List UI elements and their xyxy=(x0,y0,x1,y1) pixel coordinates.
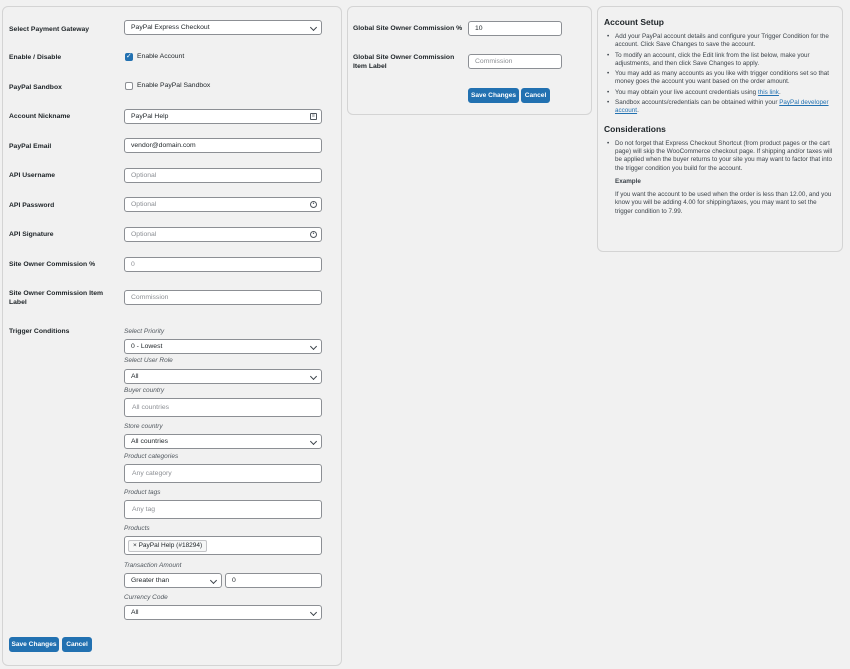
live-credentials-link[interactable]: this link xyxy=(758,89,779,96)
contact-card-icon: ≡ xyxy=(310,113,317,120)
key-icon[interactable]: • xyxy=(310,201,317,208)
considerations-title: Considerations xyxy=(604,123,666,134)
enable-account-text: Enable Account xyxy=(137,53,185,60)
commission-label-label: Site Owner Commission Item Label xyxy=(9,290,104,306)
email-label: PayPal Email xyxy=(9,143,52,150)
buyer-country-input[interactable]: All countries xyxy=(124,398,322,417)
password-label: API Password xyxy=(9,202,55,209)
product-tags-label: Product tags xyxy=(124,489,161,496)
setup-item-live: You may obtain your live account credent… xyxy=(604,89,836,98)
global-save-button[interactable]: Save Changes xyxy=(468,88,519,103)
commission-input[interactable]: 0 xyxy=(124,257,322,272)
buyer-country-label: Buyer country xyxy=(124,387,165,394)
global-label-input[interactable]: Commission xyxy=(468,54,562,69)
setup-list: Add your PayPal account details and conf… xyxy=(604,33,836,116)
signature-label: API Signature xyxy=(9,231,54,238)
commission-label: Site Owner Commission % xyxy=(9,261,96,268)
setup-title: Account Setup xyxy=(604,17,664,27)
sandbox-checkbox[interactable] xyxy=(125,82,133,90)
username-input[interactable]: Optional xyxy=(124,168,322,183)
enable-label: Enable / Disable xyxy=(9,54,62,61)
setup-item: To modify an account, click the Edit lin… xyxy=(604,52,836,69)
user-role-select[interactable]: All xyxy=(124,369,322,384)
product-tags-input[interactable]: Any tag xyxy=(124,500,322,519)
global-label-label: Global Site Owner Commission Item Label xyxy=(353,54,455,70)
products-label: Products xyxy=(124,525,150,532)
sandbox-text: Enable PayPal Sandbox xyxy=(137,82,211,89)
example-body: If you want the account to be used when … xyxy=(615,191,832,215)
nickname-label: Account Nickname xyxy=(9,113,71,120)
amount-label: Transaction Amount xyxy=(124,562,182,569)
enable-account-checkbox[interactable] xyxy=(125,52,133,61)
product-categories-input[interactable]: Any category xyxy=(124,464,322,483)
amount-value-input[interactable]: 0 xyxy=(225,573,322,588)
setup-item-sandbox: Sandbox accounts/credentials can be obta… xyxy=(604,99,836,116)
product-categories-label: Product categories xyxy=(124,453,179,460)
global-cancel-button[interactable]: Cancel xyxy=(521,88,550,103)
gateway-select[interactable]: PayPal Express Checkout xyxy=(124,20,322,35)
nickname-input[interactable]: PayPal Help ≡ xyxy=(124,109,322,124)
amount-operator-select[interactable]: Greater than xyxy=(124,573,222,588)
save-button[interactable]: Save Changes xyxy=(9,637,59,652)
trigger-label: Trigger Conditions xyxy=(9,328,70,335)
password-input[interactable]: Optional • xyxy=(124,197,322,212)
priority-label: Select Priority xyxy=(124,328,165,335)
commission-label-input[interactable]: Commission xyxy=(124,290,322,305)
email-input[interactable]: vendor@domain.com xyxy=(124,138,322,153)
cancel-button[interactable]: Cancel xyxy=(62,637,92,652)
global-settings-panel: Global Site Owner Commission % 10 Global… xyxy=(347,6,592,115)
global-commission-label: Global Site Owner Commission % xyxy=(353,25,463,32)
username-label: API Username xyxy=(9,172,56,179)
products-input[interactable]: × PayPal Help (#18294) xyxy=(124,536,322,555)
currency-select[interactable]: All xyxy=(124,605,322,620)
user-role-label: Select User Role xyxy=(124,357,173,364)
help-panel: Account Setup Add your PayPal account de… xyxy=(597,6,843,252)
example-title: Example xyxy=(615,177,641,185)
priority-select[interactable]: 0 - Lowest xyxy=(124,339,322,354)
store-country-select[interactable]: All countries xyxy=(124,434,322,449)
account-form-panel: Select Payment Gateway PayPal Express Ch… xyxy=(2,6,342,666)
currency-label: Currency Code xyxy=(124,594,168,601)
setup-item: Add your PayPal account details and conf… xyxy=(604,33,836,50)
store-country-label: Store country xyxy=(124,423,163,430)
setup-item: You may add as many accounts as you like… xyxy=(604,70,836,87)
gateway-label: Select Payment Gateway xyxy=(9,26,90,33)
sandbox-label: PayPal Sandbox xyxy=(9,84,62,91)
global-commission-input[interactable]: 10 xyxy=(468,21,562,36)
key-icon[interactable]: • xyxy=(310,231,317,238)
signature-input[interactable]: Optional • xyxy=(124,227,322,242)
product-tag[interactable]: × PayPal Help (#18294) xyxy=(128,540,208,552)
considerations-item: Do not forget that Express Checkout Shor… xyxy=(604,140,836,173)
